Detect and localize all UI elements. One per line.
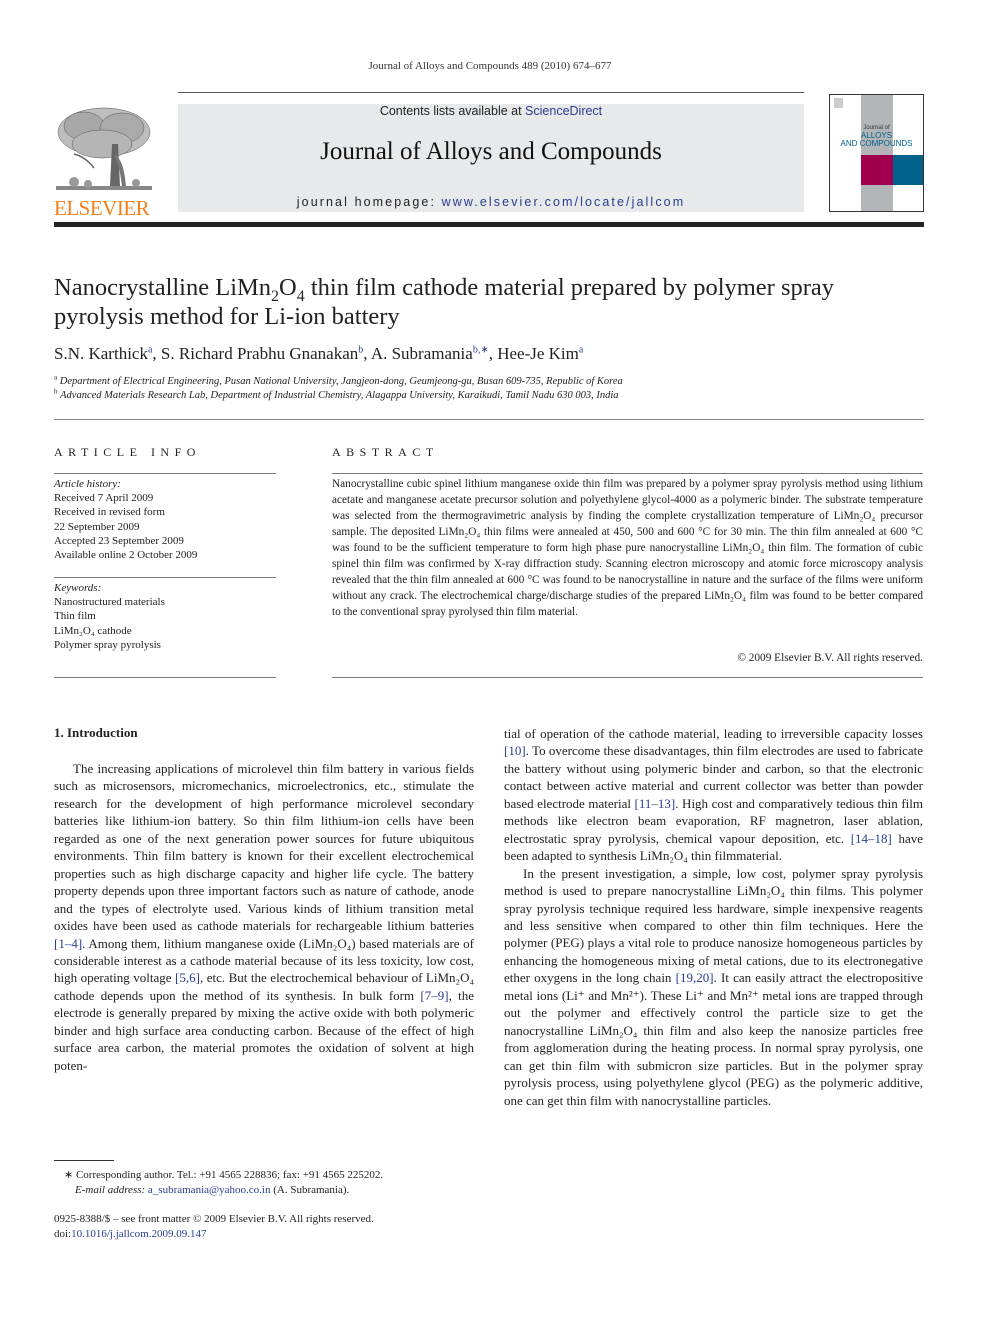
author-affil-sup[interactable]: a [579, 344, 583, 355]
citation-link[interactable]: [10] [504, 743, 526, 758]
abstract-text: Nanocrystalline cubic spinel lithium man… [332, 478, 923, 618]
author-affil-sup[interactable]: b [358, 344, 363, 355]
sciencedirect-link[interactable]: ScienceDirect [525, 104, 602, 118]
divider [54, 473, 276, 474]
paragraph: tial of operation of the cathode materia… [504, 725, 923, 865]
cover-magenta-block [861, 155, 893, 185]
author-affil-sup[interactable]: a [148, 344, 152, 355]
history-item: Available online 2 October 2009 [54, 549, 198, 562]
author-list: S.N. Karthicka, S. Richard Prabhu Gnanak… [54, 344, 584, 363]
footnote-rule [54, 1160, 114, 1161]
keyword-item: Polymer spray pyrolysis [54, 638, 161, 651]
email-label: E-mail address: [75, 1183, 148, 1196]
abstract-copyright: © 2009 Elsevier B.V. All rights reserved… [737, 652, 923, 664]
history-item: Accepted 23 September 2009 [54, 534, 184, 547]
citation-link[interactable]: [11–13] [635, 796, 676, 811]
email-link[interactable]: a_subramania@yahoo.co.in [148, 1184, 271, 1196]
article-title: Nanocrystalline LiMn2O4 thin film cathod… [54, 274, 835, 330]
front-matter: 0925-8388/$ – see front matter © 2009 El… [54, 1212, 484, 1241]
corresponding-author-footnote: ∗ Corresponding author. Tel.: +91 4565 2… [54, 1168, 484, 1197]
paragraph: The increasing applications of microleve… [54, 760, 474, 1074]
elsevier-tree-icon [56, 107, 152, 190]
cover-teal-block [893, 155, 923, 185]
citation-link[interactable]: [1–4] [54, 936, 82, 951]
journal-title: Journal of Alloys and Compounds [320, 138, 662, 165]
contents-prefix: Contents lists available at [379, 104, 526, 118]
body-column-1: The increasing applications of microleve… [54, 760, 474, 1074]
history-item: Received 7 April 2009 [54, 492, 154, 505]
divider [332, 677, 923, 678]
elsevier-wordmark: ELSEVIER [54, 196, 150, 220]
body-column-2: tial of operation of the cathode materia… [504, 725, 923, 1109]
divider [332, 473, 923, 474]
divider [54, 677, 276, 678]
keyword-item: Thin film [54, 610, 96, 623]
cover-title-line3: AND COMPOUNDS [840, 139, 913, 148]
text-run: In the present investigation, a simple, … [504, 865, 923, 986]
header-rule [178, 92, 804, 93]
article-info-heading: ARTICLE INFO [54, 445, 201, 459]
cover-title: Journal of ALLOYS AND COMPOUNDS [830, 124, 923, 148]
paragraph: In the present investigation, a simple, … [504, 865, 923, 1109]
front-matter-line: 0925-8388/$ – see front matter © 2009 El… [54, 1213, 374, 1225]
corresponding-author-line: ∗ Corresponding author. Tel.: +91 4565 2… [64, 1169, 384, 1181]
citation-link[interactable]: [5,6] [175, 970, 200, 985]
author-name[interactable]: Hee-Je Kim [497, 344, 579, 363]
contents-line: Contents lists available at ScienceDirec… [178, 104, 804, 118]
citation-link[interactable]: [14–18] [851, 831, 892, 846]
elsevier-logo[interactable]: ELSEVIER [54, 104, 156, 220]
journal-banner: Contents lists available at ScienceDirec… [178, 104, 804, 212]
citation-link[interactable]: [7–9] [420, 988, 448, 1003]
journal-cover-thumbnail[interactable]: Journal of ALLOYS AND COMPOUNDS [829, 94, 924, 212]
doi-line: doi:10.1016/j.jallcom.2009.09.147 [54, 1227, 484, 1242]
text-run: The increasing applications of microleve… [54, 761, 474, 934]
affiliation-a: a Department of Electrical Engineering, … [54, 373, 623, 387]
history-item: Received in revised form [54, 506, 165, 519]
citation-link[interactable]: [19,20] [676, 970, 714, 985]
keywords: Keywords: Nanostructured materials Thin … [54, 581, 276, 652]
doi-prefix: doi: [54, 1227, 72, 1240]
section-heading-introduction: 1. Introduction [54, 725, 138, 740]
divider [54, 577, 276, 578]
article-history-label: Article history: [54, 478, 121, 490]
abstract-heading: ABSTRACT [332, 445, 439, 459]
affiliation-b: b Advanced Materials Research Lab, Depar… [54, 387, 619, 401]
homepage-prefix: journal homepage: [296, 195, 442, 209]
author-name[interactable]: S.N. Karthick [54, 344, 148, 363]
article-history: Article history: Received 7 April 2009 R… [54, 477, 276, 562]
divider [54, 419, 924, 420]
cover-gray-band [861, 95, 893, 211]
cover-elsevier-mini-logo [834, 98, 843, 108]
doi-link[interactable]: 10.1016/j.jallcom.2009.09.147 [71, 1228, 206, 1240]
keywords-label: Keywords: [54, 582, 102, 594]
running-head: Journal of Alloys and Compounds 489 (201… [368, 60, 612, 72]
homepage-link[interactable]: www.elsevier.com/locate/jallcom [442, 195, 686, 209]
keyword-item: LiMn₂O₄ cathode [54, 624, 132, 637]
text-run: . It can easily attract the electroposit… [504, 970, 923, 1108]
text-run: tial of operation of the cathode materia… [504, 726, 923, 741]
author-name[interactable]: S. Richard Prabhu Gnanakan [161, 344, 358, 363]
author-affil-sup[interactable]: b,∗ [473, 344, 489, 355]
author-name[interactable]: A. Subramania [371, 344, 473, 363]
history-item: 22 September 2009 [54, 520, 140, 533]
journal-homepage: journal homepage: www.elsevier.com/locat… [178, 195, 804, 209]
email-suffix: (A. Subramania). [270, 1183, 350, 1196]
keyword-item: Nanostructured materials [54, 596, 165, 609]
header-thick-rule [54, 222, 924, 227]
email-line: E-mail address: a_subramania@yahoo.co.in… [54, 1183, 484, 1198]
